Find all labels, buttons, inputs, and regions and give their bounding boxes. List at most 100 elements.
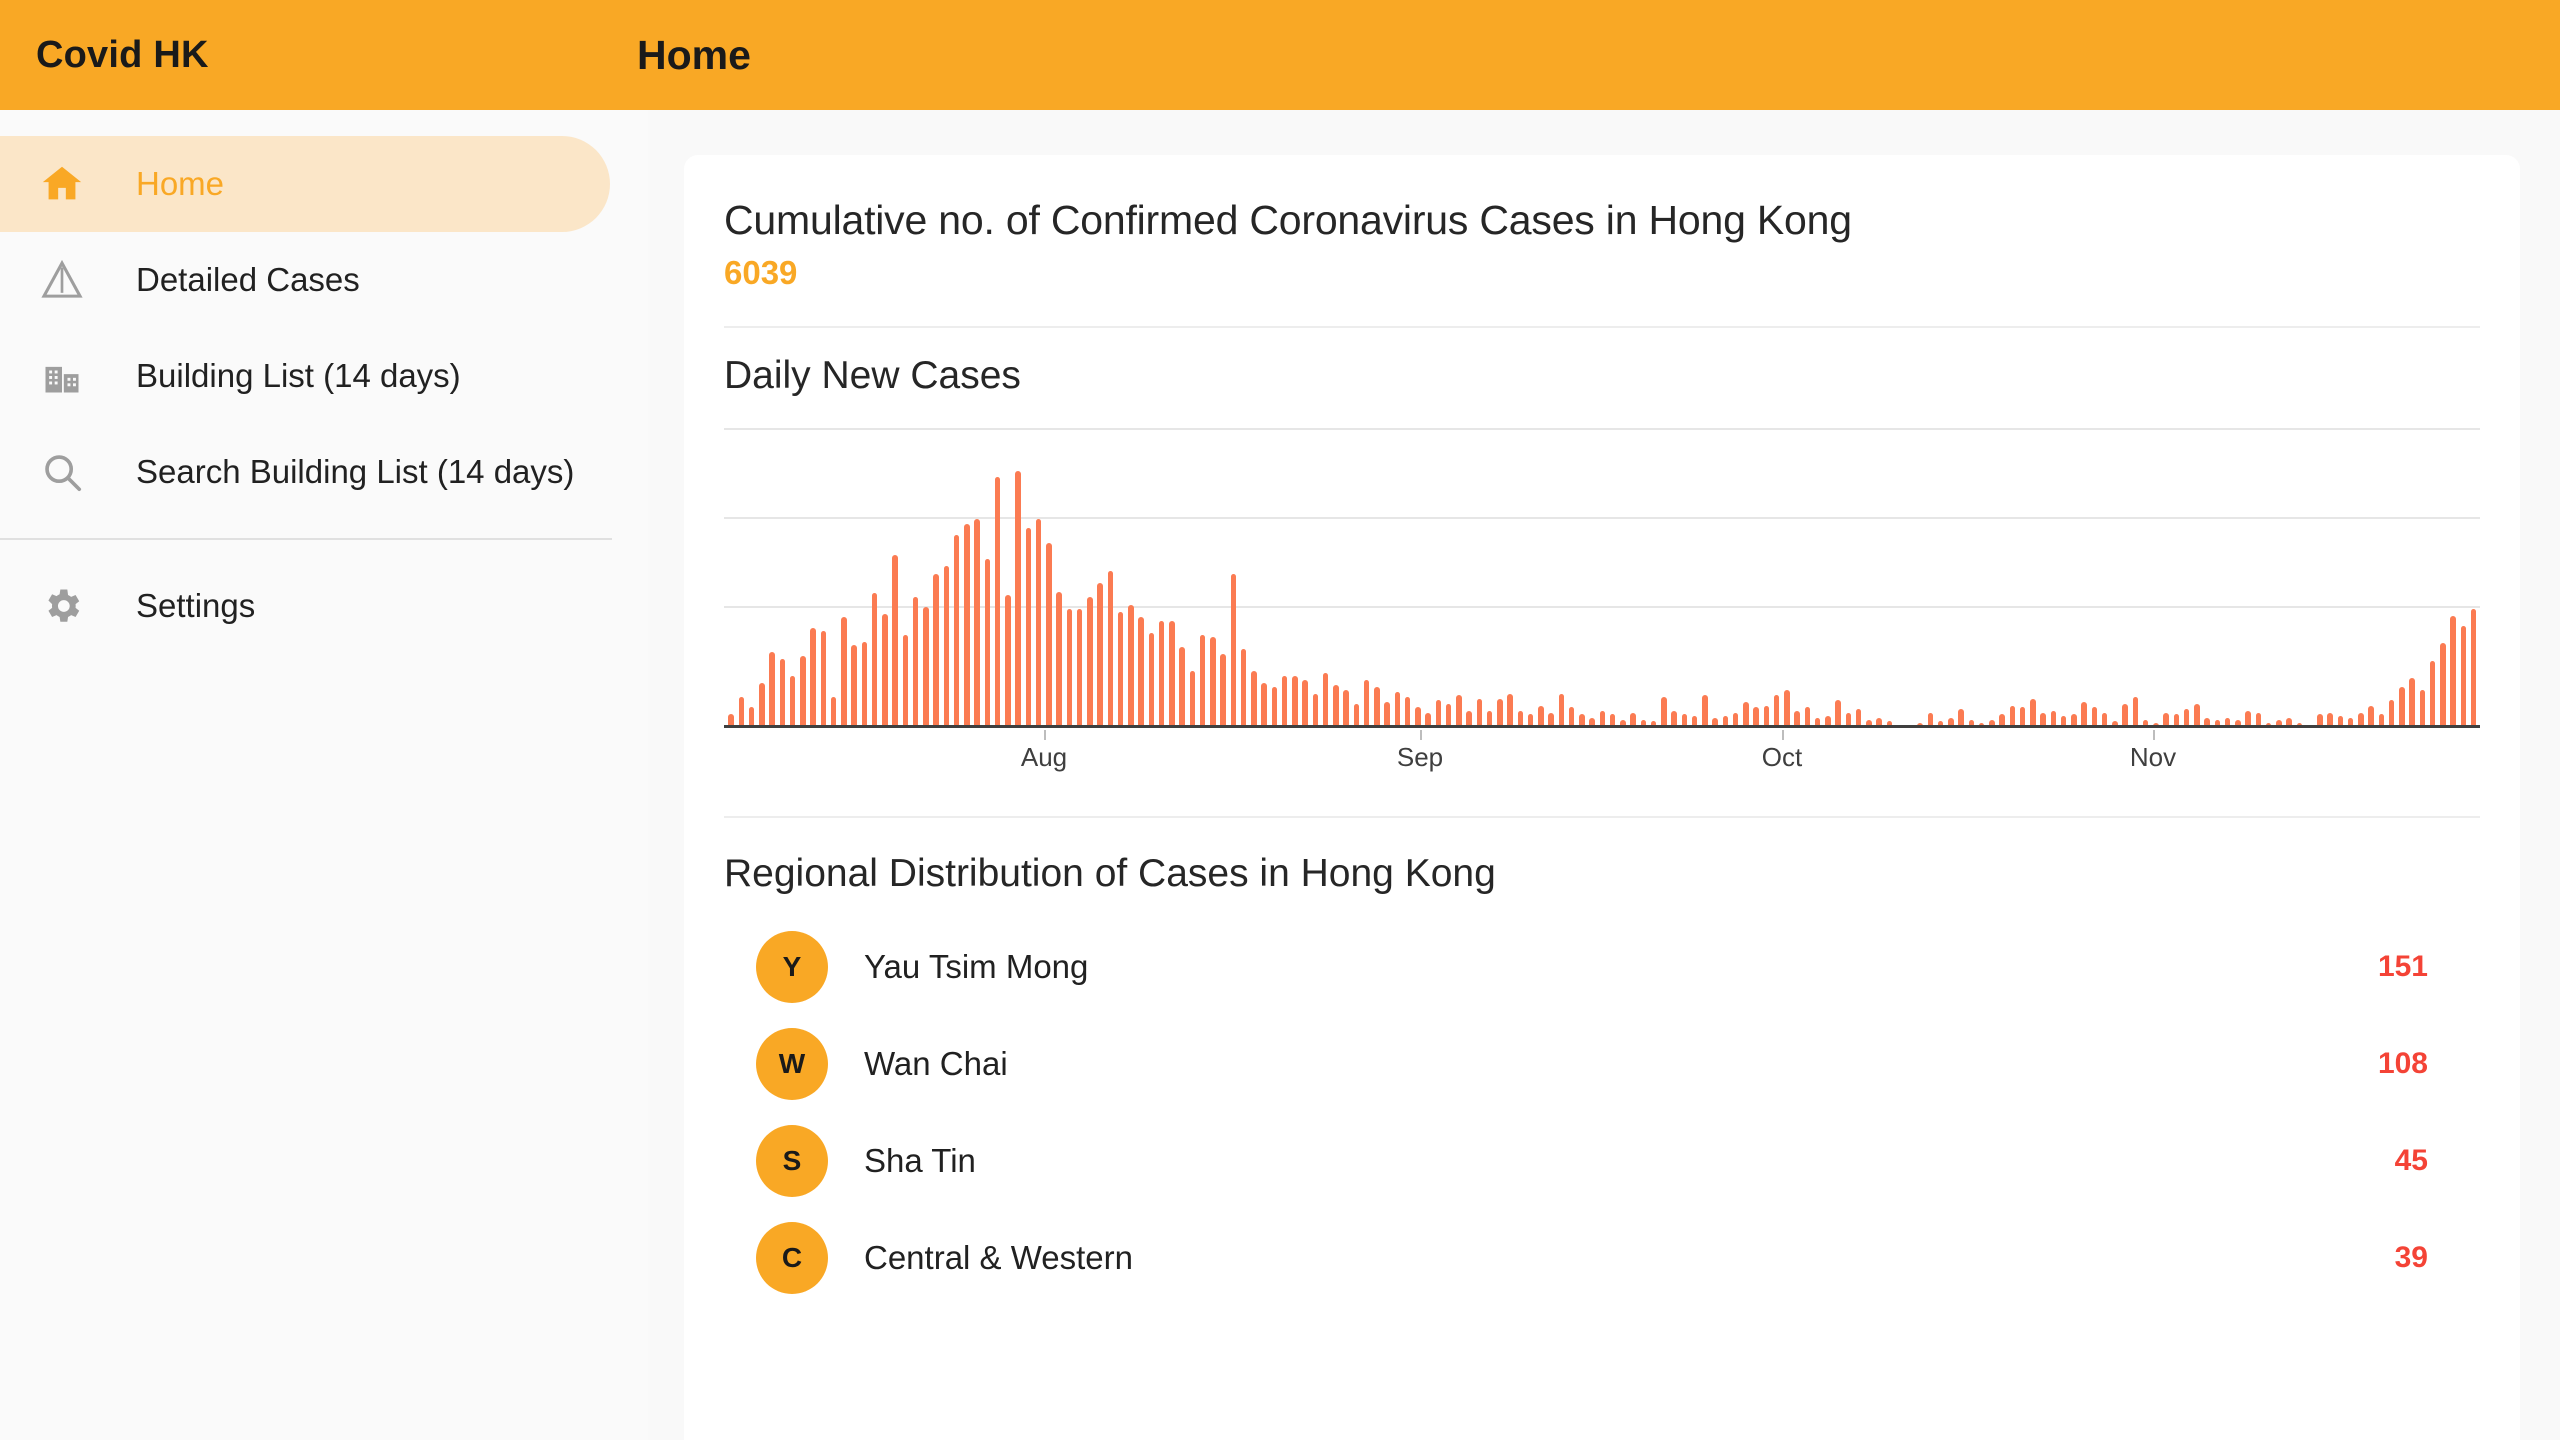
chart-bar-slot — [736, 460, 746, 729]
chart-bar-slot — [2048, 460, 2058, 729]
chart-bar-slot — [2243, 460, 2253, 729]
chart-bar-slot — [2069, 460, 2079, 729]
sidebar-item-settings[interactable]: Settings — [0, 558, 648, 654]
region-count: 39 — [2394, 1240, 2428, 1274]
chart-bar — [1210, 636, 1216, 729]
sidebar-item-building-list[interactable]: Building List (14 days) — [0, 328, 648, 424]
chart-bar-slot — [1485, 460, 1495, 729]
search-icon — [36, 446, 88, 498]
chart-bar — [1128, 605, 1134, 729]
chart-bar-slot — [1649, 460, 1659, 729]
chart-bar-slot — [2284, 460, 2294, 729]
cumulative-value: 6039 — [724, 254, 798, 292]
sidebar-item-label: Settings — [136, 587, 256, 624]
chart-bar-slot — [2018, 460, 2028, 729]
chart-bar-slot — [1567, 460, 1577, 729]
chart-bar-slot — [1854, 460, 1864, 729]
chart-bar — [1476, 698, 1483, 729]
chart-bar-slot — [2376, 460, 2386, 729]
chart-bar-slot — [1679, 460, 1689, 729]
chart-bar-slot — [1556, 460, 1566, 729]
gear-icon — [36, 580, 88, 632]
chart-bar-slot — [1802, 460, 1812, 729]
chart-bar-slot — [1546, 460, 1556, 729]
chart-bar — [923, 607, 929, 729]
sidebar-item-home[interactable]: Home — [0, 136, 610, 232]
chart-bar — [1261, 683, 1267, 729]
chart-bar-slot — [1577, 460, 1587, 729]
sidebar-item-detailed-cases[interactable]: Detailed Cases — [0, 232, 648, 328]
chart-bar — [1087, 596, 1093, 729]
chart-bar-slot — [1464, 460, 1474, 729]
chart-bar-slot — [1638, 460, 1648, 729]
chart-bar-slot — [1526, 460, 1536, 729]
avatar: Y — [756, 930, 828, 1003]
chart-bar — [1230, 574, 1237, 729]
chart-bar-slot — [1444, 460, 1454, 729]
chart-bar-slot — [726, 460, 736, 729]
chart-bar-slot — [2079, 460, 2089, 729]
chart-bar-slot — [2202, 460, 2212, 729]
chart-bar-slot — [900, 460, 910, 729]
chart-bar — [902, 634, 909, 729]
chart-bar — [1117, 612, 1124, 729]
chart-bar-slot — [808, 460, 818, 729]
chart-bar-slot — [1700, 460, 1710, 729]
chart-bar-slot — [1300, 460, 1310, 729]
chart-bar — [1292, 676, 1298, 729]
chart-bar-slot — [1075, 460, 1085, 729]
chart-bar-slot — [2407, 460, 2417, 729]
chart-bar — [1015, 470, 1021, 729]
chart-bar-slot — [2100, 460, 2110, 729]
region-row[interactable]: S Sha Tin 45 — [724, 1112, 2480, 1209]
chart-bar — [1107, 570, 1114, 729]
chart-bar-slot — [2325, 460, 2335, 729]
axis-tick — [1044, 730, 1046, 741]
chart-bar-slot — [1280, 460, 1290, 729]
chart-bar-slot — [1987, 460, 1997, 729]
chart-bar-slot — [1884, 460, 1894, 729]
chart-bar-slot — [2438, 460, 2448, 729]
chart-bar-slot — [2458, 460, 2468, 729]
sidebar-item-label: Search Building List (14 days) — [136, 453, 575, 490]
chart-bar — [1558, 693, 1565, 729]
chart-bar-slot — [1116, 460, 1126, 729]
region-count: 45 — [2394, 1143, 2428, 1177]
chart-bar — [2132, 697, 2139, 729]
sidebar-item-label: Detailed Cases — [136, 261, 360, 298]
axis-tick — [1782, 730, 1784, 741]
chart-bar — [943, 565, 950, 729]
chart-bar — [2429, 660, 2436, 729]
sidebar-item-search-building-list[interactable]: Search Building List (14 days) — [0, 424, 648, 520]
chart-bar — [974, 518, 980, 729]
chart-bar-slot — [1628, 460, 1638, 729]
region-name: Central & Western — [864, 1238, 1133, 1276]
chart-bar — [1404, 697, 1411, 729]
chart-bar-slot — [2028, 460, 2038, 729]
chart-bar-slot — [2356, 460, 2366, 729]
chart-bar — [1271, 686, 1278, 729]
chart-bar-slot — [2233, 460, 2243, 729]
chart-bar-slot — [798, 460, 808, 729]
chart-bar — [841, 617, 847, 729]
axis-tick — [1420, 730, 1422, 741]
chart-bar — [1251, 671, 1257, 729]
axis-tick-label: Nov — [2129, 742, 2177, 773]
chart-bar-slot — [1249, 460, 1259, 729]
region-row[interactable]: C Central & Western 39 — [724, 1209, 2480, 1306]
chart-bar — [1148, 633, 1155, 729]
region-row[interactable]: W Wan Chai 108 — [724, 1015, 2480, 1112]
chart-bar — [1158, 620, 1165, 729]
chart-bar-slot — [1085, 460, 1095, 729]
chart-bar — [953, 534, 960, 729]
chart-bar-slot — [1915, 460, 1925, 729]
chart-bar-slot — [993, 460, 1003, 729]
chart-bar — [1312, 693, 1319, 729]
chart-bar-slot — [870, 460, 880, 729]
region-row[interactable]: Y Yau Tsim Mong 151 — [724, 918, 2480, 1015]
chart-bar — [2388, 700, 2395, 729]
chart-bar-slot — [1597, 460, 1607, 729]
chart-bar-slot — [1228, 460, 1238, 729]
chart-bar — [892, 555, 898, 729]
chart-bar-slot — [2397, 460, 2407, 729]
